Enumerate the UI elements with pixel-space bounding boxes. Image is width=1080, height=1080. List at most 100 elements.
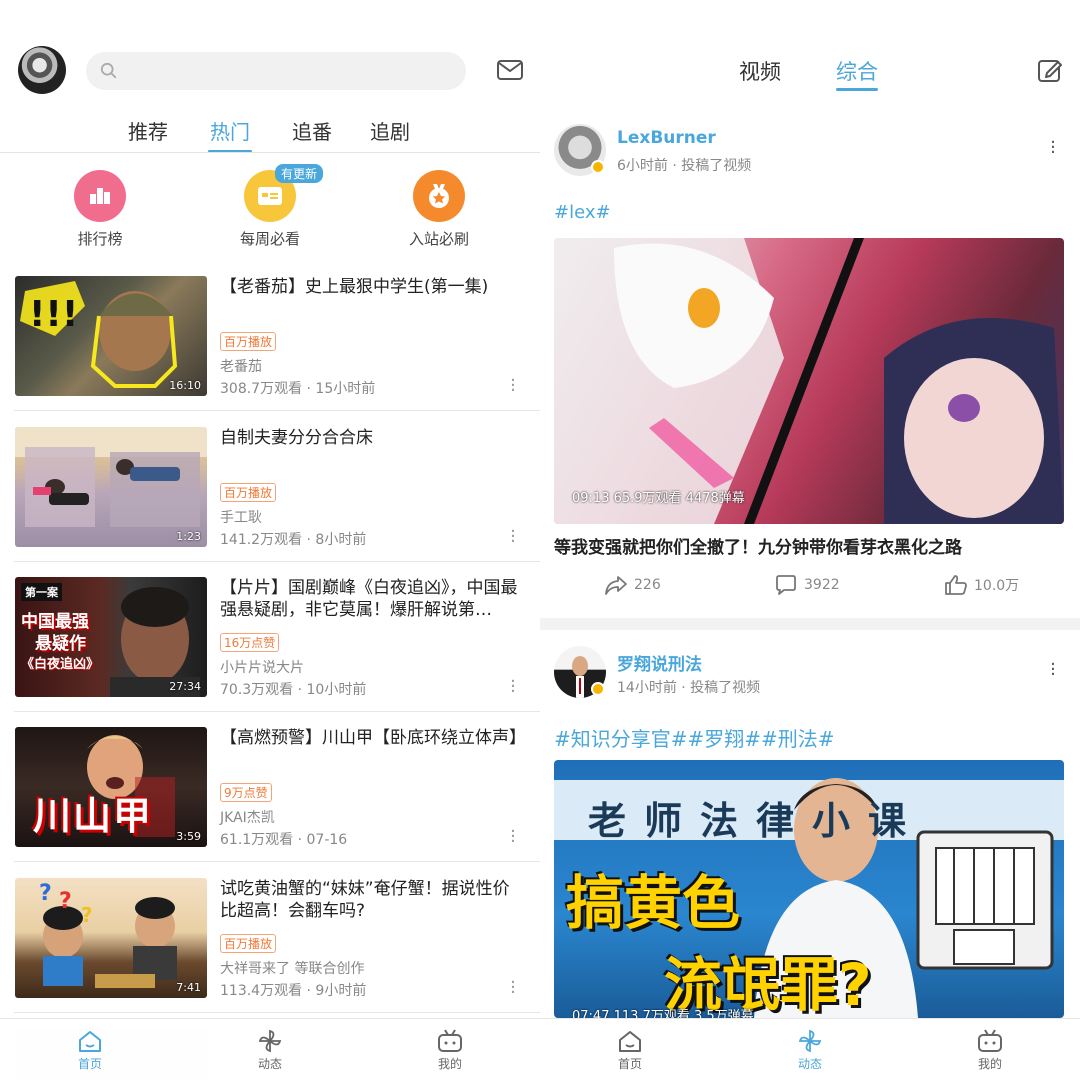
video-meta: 113.4万观看 · 9小时前 — [220, 983, 367, 999]
duration: 7:41 — [176, 981, 201, 994]
more-icon[interactable]: · · · — [510, 372, 516, 400]
verified-badge — [591, 682, 605, 696]
post-meta: 14小时前 · 投稿了视频 — [617, 680, 761, 696]
video-title[interactable]: 自制夫妻分分合合床 — [220, 427, 520, 449]
divider — [14, 561, 540, 562]
video-thumbnail[interactable]: ? ? ? 7:41 — [15, 878, 207, 998]
divider — [14, 861, 540, 862]
list-item[interactable]: 1:23 自制夫妻分分合合床 百万播放 手工耿 141.2万观看 · 8小时前 … — [14, 427, 540, 577]
divider — [14, 711, 540, 712]
video-meta: 141.2万观看 · 8小时前 — [220, 532, 367, 548]
video-meta: 61.1万观看 · 07-16 — [220, 832, 348, 848]
tab-recommend[interactable]: 推荐 — [118, 116, 178, 145]
uploader[interactable]: 小片片说大片 — [220, 657, 304, 677]
hashtags[interactable]: #知识分享官##罗翔##刑法# — [554, 723, 835, 752]
more-icon[interactable]: · · · — [1050, 134, 1056, 162]
medal-icon — [413, 170, 465, 222]
divider — [540, 618, 1080, 630]
hashtags[interactable]: #lex# — [554, 202, 611, 223]
edit-icon[interactable] — [1036, 56, 1064, 84]
video-meta: 308.7万观看 · 15小时前 — [220, 381, 376, 397]
duration: 1:23 — [176, 530, 201, 543]
thumb-caption: 悬疑作 — [35, 634, 86, 654]
more-icon[interactable]: · · · — [1050, 656, 1056, 684]
nav-home[interactable]: 首页 — [60, 1029, 120, 1072]
more-icon[interactable]: · · · — [510, 823, 516, 851]
more-icon[interactable]: · · · — [510, 673, 516, 701]
video-thumbnail[interactable]: 川山甲 3:59 — [15, 727, 207, 847]
video-thumbnail[interactable]: 1:23 — [15, 427, 207, 547]
tab-hot[interactable]: 热门 — [200, 116, 260, 153]
cover-stats: 09:13 65.9万观看 4478弹幕 — [572, 491, 745, 506]
video-meta: 70.3万观看 · 10小时前 — [220, 682, 367, 698]
poster-name[interactable]: LexBurner — [617, 128, 716, 148]
nav-label: 首页 — [617, 1057, 642, 1071]
nav-dynamic[interactable]: 动态 — [780, 1029, 840, 1072]
svg-text:?: ? — [81, 903, 93, 927]
uploader[interactable]: 老番茄 — [220, 356, 262, 376]
avatar[interactable] — [18, 46, 66, 94]
quick-label: 排行榜 — [77, 230, 123, 248]
video-title[interactable]: 【高燃预警】川山甲【卧底环绕立体声】 — [220, 727, 526, 749]
thumbs-up-icon — [945, 575, 967, 595]
list-item[interactable]: 川山甲 3:59 【高燃预警】川山甲【卧底环绕立体声】 9万点赞 JKAI杰凯 … — [14, 727, 540, 877]
play-tag: 百万播放 — [220, 483, 277, 502]
svg-text:!!!: !!! — [29, 294, 78, 335]
video-title[interactable]: 【老番茄】史上最狠中学生(第一集) — [220, 276, 520, 298]
thumb-caption: 《白夜追凶》 — [21, 657, 100, 672]
nav-label: 动态 — [257, 1057, 282, 1071]
list-item[interactable]: ? ? ? 7:41 试吃黄油蟹的“妹妹”奄仔蟹！据说性价比超高！会翻车吗? 百… — [14, 878, 540, 1028]
duration: 27:34 — [169, 680, 201, 693]
list-item[interactable]: !!! 16:10 【老番茄】史上最狠中学生(第一集) 百万播放 老番茄 308… — [14, 276, 540, 426]
nav-label: 我的 — [977, 1057, 1002, 1071]
nav-home[interactable]: 首页 — [600, 1029, 660, 1072]
quick-label: 入站必刷 — [408, 230, 469, 248]
like-tag: 16万点赞 — [220, 633, 280, 652]
comment-button[interactable]: 3922 — [774, 574, 840, 596]
more-icon[interactable]: · · · — [510, 974, 516, 1002]
search-input[interactable] — [86, 52, 466, 90]
uploader[interactable]: 手工耿 — [220, 507, 262, 527]
uploader[interactable]: JKAI杰凯 — [220, 807, 275, 827]
video-thumbnail[interactable]: !!! 16:10 — [15, 276, 207, 396]
nav-mine[interactable]: 我的 — [420, 1029, 480, 1072]
nav-dynamic[interactable]: 动态 — [240, 1029, 300, 1072]
bottom-nav: 首页 动态 我的 — [540, 1018, 1080, 1080]
duration: 16:10 — [169, 379, 201, 392]
tab-anime[interactable]: 追番 — [282, 116, 342, 145]
quick-label: 每周必看 — [239, 230, 300, 248]
tv-icon — [438, 1029, 462, 1052]
thumb-caption: 第一案 — [21, 583, 62, 601]
video-title[interactable]: 【片片】国剧巅峰《白夜追凶》，中国最强悬疑剧，非它莫属！爆肝解说第… — [220, 577, 520, 621]
comment-icon — [776, 575, 796, 595]
quick-must-watch[interactable]: 入站必刷 — [389, 170, 489, 249]
home-icon — [619, 1031, 641, 1052]
comment-count: 3922 — [804, 577, 840, 593]
poster-name[interactable]: 罗翔说刑法 — [617, 650, 702, 675]
mail-icon[interactable] — [496, 58, 524, 82]
post-title[interactable]: 等我变强就把你们全撤了！九分钟带你看芽衣黑化之路 — [554, 533, 1064, 558]
video-title[interactable]: 试吃黄油蟹的“妹妹”奄仔蟹！据说性价比超高！会翻车吗? — [220, 878, 520, 922]
divider — [14, 1012, 540, 1013]
cover-stats: 07:47 113.7万观看 3.5万弹幕 — [572, 1009, 754, 1018]
video-cover[interactable]: 老师法律小课 搞黄色 流氓罪? 07:47 113.7万观看 3.5万弹幕 — [554, 760, 1064, 1018]
tab-video[interactable]: 视频 — [739, 56, 781, 86]
like-count: 10.0万 — [974, 578, 1020, 594]
tab-all[interactable]: 综合 — [836, 56, 878, 91]
bottom-nav: 首页 动态 我的 — [0, 1018, 540, 1080]
update-badge: 有更新 — [275, 164, 324, 183]
share-button[interactable]: 226 — [604, 574, 661, 596]
more-icon[interactable]: · · · — [510, 523, 516, 551]
search-icon — [100, 62, 117, 79]
quick-ranking[interactable]: 排行榜 — [50, 170, 150, 249]
video-thumbnail[interactable]: 第一案 中国最强 悬疑作 《白夜追凶》 27:34 — [15, 577, 207, 697]
nav-mine[interactable]: 我的 — [960, 1029, 1020, 1072]
pinwheel-icon — [798, 1029, 822, 1053]
uploader[interactable]: 大祥哥来了 等联合创作 — [220, 958, 364, 978]
divider — [0, 152, 540, 153]
nav-label: 首页 — [77, 1057, 102, 1071]
video-cover[interactable]: 09:13 65.9万观看 4478弹幕 — [554, 238, 1064, 524]
like-button[interactable]: 10.0万 — [944, 574, 1019, 596]
tab-drama[interactable]: 追剧 — [360, 116, 420, 145]
list-item[interactable]: 第一案 中国最强 悬疑作 《白夜追凶》 27:34 【片片】国剧巅峰《白夜追凶》… — [14, 577, 540, 727]
